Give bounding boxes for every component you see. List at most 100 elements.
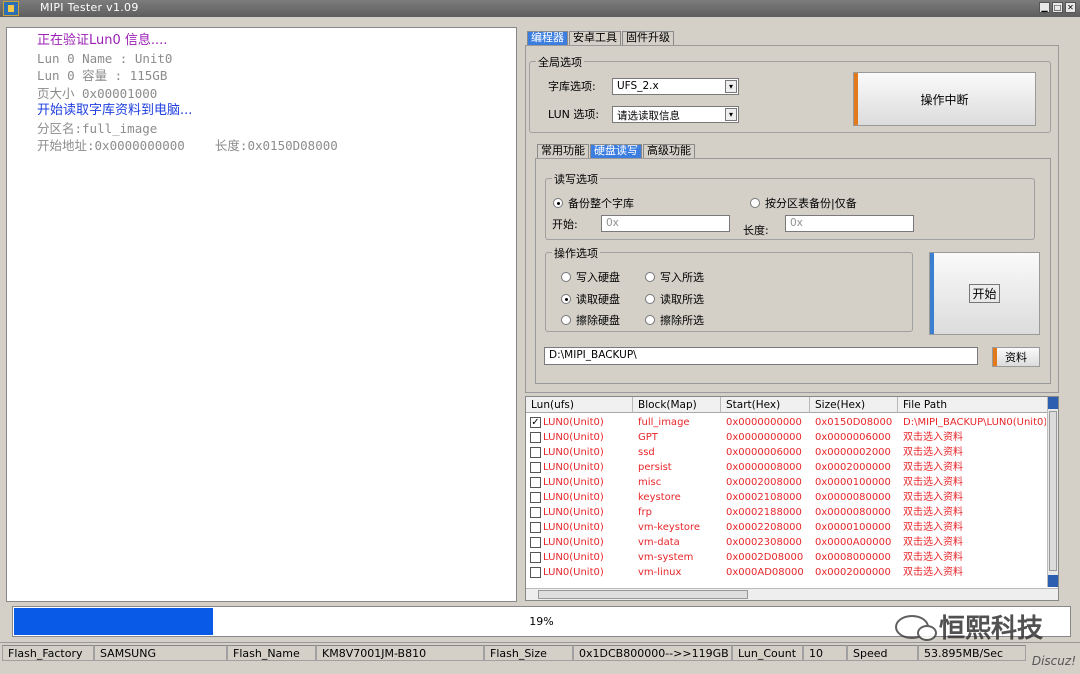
scroll-up-icon[interactable] xyxy=(1048,397,1058,409)
start-address-input[interactable]: 0x xyxy=(601,215,730,232)
checkbox-checked-icon[interactable]: ✓ xyxy=(530,417,541,428)
checkbox-icon[interactable] xyxy=(530,447,541,458)
start-button-label: 开始 xyxy=(969,284,1000,303)
lun-select[interactable]: 请选读取信息 ▾ xyxy=(612,106,739,123)
tab-advanced-functions[interactable]: 高级功能 xyxy=(643,144,695,158)
table-cell-lun: LUN0(Unit0) xyxy=(543,462,604,473)
table-vertical-scrollbar[interactable] xyxy=(1047,397,1058,587)
table-row[interactable]: LUN0(Unit0) GPT 0x0000000000 0x0000006000 双击… xyxy=(526,430,1048,445)
checkbox-icon[interactable] xyxy=(530,477,541,488)
chevron-down-icon[interactable]: ▾ xyxy=(725,108,737,121)
log-line: 页大小 0x00001000 xyxy=(37,85,158,101)
log-line: 开始地址:0x0000000000 长度:0x0150D08000 xyxy=(37,138,338,153)
radio-erase-selected[interactable]: 擦除所选 xyxy=(645,312,704,328)
table-cell-path: 双击选入资料 xyxy=(903,432,963,443)
chevron-down-icon[interactable]: ▾ xyxy=(725,80,737,93)
partition-table[interactable]: Lun(ufs) Block(Map) Start(Hex) Size(Hex)… xyxy=(525,396,1059,601)
radio-label: 写入硬盘 xyxy=(576,271,620,284)
table-cell-path: 双击选入资料 xyxy=(903,507,963,518)
status-bar: Flash_Factory SAMSUNG Flash_Name KM8V700… xyxy=(0,642,1080,662)
table-cell-block: ssd xyxy=(638,447,655,458)
length-input[interactable]: 0x xyxy=(785,215,914,232)
table-row[interactable]: LUN0(Unit0) vm-linux 0x000AD08000 0x0002000… xyxy=(526,565,1048,580)
lib-select-value: UFS_2.x xyxy=(617,80,659,92)
tab-firmware-upgrade[interactable]: 固件升级 xyxy=(622,31,674,45)
log-line: Lun 0 Name : Unit0 xyxy=(37,50,173,66)
table-cell-size: 0x0000006000 xyxy=(815,432,891,443)
button-accent xyxy=(930,253,934,334)
radio-write-selected[interactable]: 写入所选 xyxy=(645,269,704,285)
radio-backup-partition[interactable]: 按分区表备份|仅备 xyxy=(750,195,857,211)
browse-button[interactable]: 资料 xyxy=(992,347,1040,367)
maximize-icon[interactable]: □ xyxy=(1052,2,1063,13)
table-cell-block: vm-linux xyxy=(638,567,682,578)
tab-android-tools[interactable]: 安卓工具 xyxy=(569,31,621,45)
checkbox-icon[interactable] xyxy=(530,522,541,533)
close-icon[interactable]: ✕ xyxy=(1065,2,1076,13)
table-horizontal-scrollbar[interactable] xyxy=(526,588,1058,600)
column-header[interactable]: Lun(ufs) xyxy=(526,397,633,413)
table-row[interactable]: LUN0(Unit0) frp 0x0002188000 0x0000080000 双击… xyxy=(526,505,1048,520)
table-cell-size: 0x0002000000 xyxy=(815,567,891,578)
radio-backup-full[interactable]: 备份整个字库 xyxy=(553,195,634,211)
checkbox-icon[interactable] xyxy=(530,552,541,563)
tab-programmer[interactable]: 编程器 xyxy=(527,31,568,45)
table-cell-path: D:\MIPI_BACKUP\LUN0(Unit0)_full xyxy=(903,417,1046,428)
table-cell-lun: LUN0(Unit0) xyxy=(543,432,604,443)
table-row[interactable]: LUN0(Unit0) vm-system 0x0002D08000 0x000800… xyxy=(526,550,1048,565)
scrollbar-thumb[interactable] xyxy=(538,590,748,599)
status-value: 0x1DCB800000-->>119GB xyxy=(573,645,732,661)
tab-common-functions[interactable]: 常用功能 xyxy=(537,144,589,158)
lib-select[interactable]: UFS_2.x ▾ xyxy=(612,78,739,95)
table-row[interactable]: LUN0(Unit0) keystore 0x0002108000 0x0000080… xyxy=(526,490,1048,505)
table-cell-size: 0x0000080000 xyxy=(815,492,891,503)
radio-read-selected[interactable]: 读取所选 xyxy=(645,291,704,307)
table-cell-block: persist xyxy=(638,462,672,473)
lun-select-value: 请选读取信息 xyxy=(617,110,680,122)
scrollbar-thumb[interactable] xyxy=(1049,411,1057,571)
table-cell-lun: LUN0(Unit0) xyxy=(543,552,604,563)
table-cell-lun: LUN0(Unit0) xyxy=(543,477,604,488)
abort-button-label: 操作中断 xyxy=(920,92,969,107)
log-panel[interactable]: 正在验证Lun0 信息.... Lun 0 Name : Unit0 Lun 0… xyxy=(6,27,517,602)
radio-unselected-icon xyxy=(750,198,760,208)
checkbox-icon[interactable] xyxy=(530,537,541,548)
window-controls: ▁ □ ✕ xyxy=(1039,2,1076,13)
table-row[interactable]: ✓ LUN0(Unit0) full_image 0x0000000000 0x0150… xyxy=(526,415,1048,430)
start-button[interactable]: 开始 xyxy=(929,252,1040,335)
rw-options-legend: 读写选项 xyxy=(552,171,600,187)
checkbox-icon[interactable] xyxy=(530,492,541,503)
table-row[interactable]: LUN0(Unit0) vm-data 0x0002308000 0x0000A000… xyxy=(526,535,1048,550)
table-row[interactable]: LUN0(Unit0) ssd 0x0000006000 0x0000002000 双击… xyxy=(526,445,1048,460)
checkbox-icon[interactable] xyxy=(530,432,541,443)
button-accent xyxy=(993,348,997,366)
checkbox-icon[interactable] xyxy=(530,567,541,578)
watermark: 恒熙科技 xyxy=(895,608,1043,645)
table-cell-start: 0x0002308000 xyxy=(726,537,802,548)
lun-label: LUN 选项: xyxy=(548,108,600,121)
radio-read-disk[interactable]: 读取硬盘 xyxy=(561,291,620,307)
column-header[interactable]: Block(Map) xyxy=(633,397,721,413)
status-label: Speed xyxy=(847,645,918,661)
column-header[interactable]: Start(Hex) xyxy=(721,397,810,413)
table-row[interactable]: LUN0(Unit0) misc 0x0002008000 0x0000100000 双… xyxy=(526,475,1048,490)
column-header[interactable]: File Path xyxy=(898,397,1048,413)
watermark-text: 恒熙科技 xyxy=(939,614,1044,644)
table-cell-lun: LUN0(Unit0) xyxy=(543,507,604,518)
abort-button[interactable]: 操作中断 xyxy=(853,72,1036,126)
radio-write-disk[interactable]: 写入硬盘 xyxy=(561,269,620,285)
table-row[interactable]: LUN0(Unit0) vm-keystore 0x0002208000 0x0000… xyxy=(526,520,1048,535)
table-cell-size: 0x0008000000 xyxy=(815,552,891,563)
table-cell-lun: LUN0(Unit0) xyxy=(543,522,604,533)
table-row[interactable]: LUN0(Unit0) persist 0x0000008000 0x00020000… xyxy=(526,460,1048,475)
checkbox-icon[interactable] xyxy=(530,507,541,518)
scroll-down-icon[interactable] xyxy=(1048,575,1058,587)
backup-path-input[interactable]: D:\MIPI_BACKUP\ xyxy=(544,347,978,365)
table-cell-size: 0x0000100000 xyxy=(815,477,891,488)
radio-erase-disk[interactable]: 擦除硬盘 xyxy=(561,312,620,328)
column-header[interactable]: Size(Hex) xyxy=(810,397,898,413)
checkbox-icon[interactable] xyxy=(530,462,541,473)
table-header: Lun(ufs) Block(Map) Start(Hex) Size(Hex)… xyxy=(526,397,1048,413)
minimize-icon[interactable]: ▁ xyxy=(1039,2,1050,13)
tab-disk-read-write[interactable]: 硬盘读写 xyxy=(590,144,642,158)
